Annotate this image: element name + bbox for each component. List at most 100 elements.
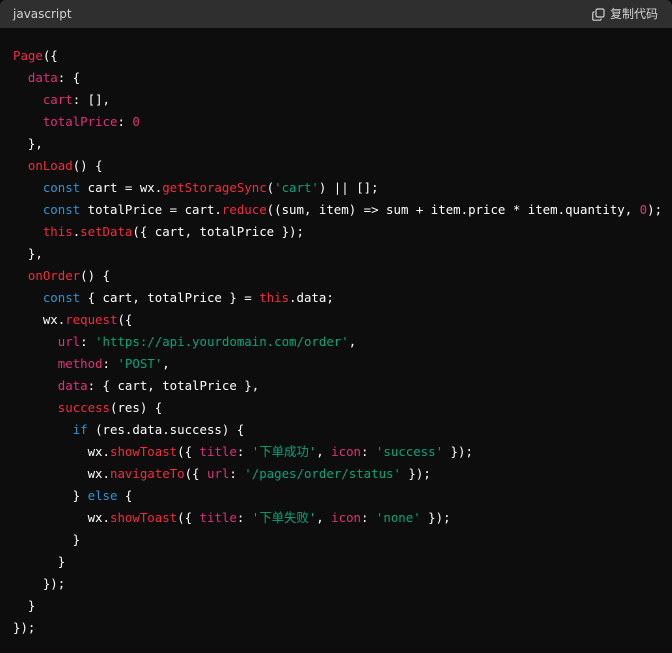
- code-line: }: [13, 595, 662, 617]
- code-token: showToast: [109, 444, 178, 459]
- code-token: : { cart, totalPrice },: [87, 378, 260, 393]
- code-token: onLoad: [27, 158, 73, 173]
- code-token: );: [647, 202, 663, 217]
- code-token: :: [361, 444, 376, 459]
- code-token: wx.: [13, 510, 110, 525]
- code-token: icon: [331, 444, 361, 459]
- code-token: : [],: [72, 92, 110, 107]
- code-token: ,: [162, 356, 170, 371]
- code-token: ,: [316, 444, 332, 459]
- code-token: });: [400, 466, 431, 481]
- code-token: :: [102, 356, 118, 371]
- code-token: const: [42, 290, 81, 305]
- code-token: cart: [42, 92, 73, 107]
- code-token: onOrder: [27, 268, 81, 283]
- copy-icon: [592, 7, 605, 21]
- code-token: '/pages/order/status': [244, 466, 401, 481]
- code-line: this.setData({ cart, totalPrice });: [13, 221, 662, 243]
- code-line: totalPrice: 0: [13, 111, 662, 133]
- code-token: totalPrice = cart.: [80, 202, 222, 217]
- code-token: :: [236, 444, 252, 459]
- code-token: () {: [72, 158, 103, 173]
- code-token: 'cart': [274, 180, 319, 195]
- code-token: showToast: [109, 510, 178, 525]
- code-token: }: [13, 598, 36, 613]
- code-token: title: [199, 444, 237, 459]
- code-token: if: [72, 422, 88, 437]
- code-token: ({: [184, 466, 207, 481]
- code-line: onLoad() {: [13, 155, 662, 177]
- code-token: ({: [177, 510, 200, 525]
- copy-code-button[interactable]: 复制代码: [592, 6, 658, 22]
- code-line: },: [13, 133, 662, 155]
- code-token: 'POST': [117, 356, 163, 371]
- code-body[interactable]: Page({ data: { cart: [], totalPrice: 0 }…: [0, 28, 672, 653]
- code-token: ({ cart, totalPrice });: [132, 224, 304, 239]
- code-line: onOrder() {: [13, 265, 662, 287]
- code-token: ({: [42, 48, 58, 63]
- code-token: Page: [13, 48, 43, 63]
- code-token: .data;: [289, 290, 334, 305]
- code-token: data: [57, 378, 88, 393]
- code-token: method: [57, 356, 103, 371]
- code-token: (: [266, 180, 275, 195]
- code-token: :: [80, 334, 96, 349]
- code-token: { cart, totalPrice } =: [80, 290, 260, 305]
- code-line: }: [13, 551, 662, 573]
- code-token: '下单失败': [251, 510, 317, 525]
- code-token: cart = wx.: [80, 180, 163, 195]
- code-token: url: [206, 466, 230, 481]
- code-content: Page({ data: { cart: [], totalPrice: 0 }…: [13, 45, 662, 639]
- code-line: wx.request({: [13, 309, 662, 331]
- code-token: ,: [348, 334, 357, 349]
- code-token: },: [13, 246, 43, 261]
- language-label: javascript: [13, 7, 72, 21]
- code-token: 0: [132, 114, 140, 129]
- code-token: }: [13, 554, 66, 569]
- code-token: else: [87, 488, 118, 503]
- code-line: wx.showToast({ title: '下单成功', icon: 'suc…: [13, 441, 662, 463]
- code-line: data: { cart, totalPrice },: [13, 375, 662, 397]
- code-token: }: [13, 488, 88, 503]
- code-token: const: [42, 180, 81, 195]
- code-line: },: [13, 243, 662, 265]
- code-token: 'none': [375, 510, 421, 525]
- code-token: url: [57, 334, 81, 349]
- code-token: },: [13, 136, 43, 151]
- code-line: const { cart, totalPrice } = this.data;: [13, 287, 662, 309]
- code-token: });: [443, 444, 473, 459]
- code-token: const: [42, 202, 81, 217]
- code-line: } else {: [13, 485, 662, 507]
- code-line: cart: [],: [13, 89, 662, 111]
- code-token: ({: [117, 312, 133, 327]
- code-token: wx.: [13, 312, 66, 327]
- code-line: url: 'https://api.yourdomain.com/order',: [13, 331, 662, 353]
- code-token: {: [117, 488, 133, 503]
- code-line: success(res) {: [13, 397, 662, 419]
- code-token: });: [420, 510, 451, 525]
- code-token: reduce: [221, 202, 267, 217]
- code-token: : {: [57, 70, 81, 85]
- code-token: navigateTo: [109, 466, 185, 481]
- code-line: });: [13, 573, 662, 595]
- code-token: }: [13, 532, 81, 547]
- code-token: '下单成功': [251, 444, 317, 459]
- code-header: javascript 复制代码: [0, 0, 672, 28]
- code-line: });: [13, 617, 662, 639]
- code-token: () {: [80, 268, 110, 283]
- code-token: wx.: [13, 444, 110, 459]
- code-token: icon: [331, 510, 361, 525]
- code-token: data: [27, 70, 58, 85]
- code-token: :: [361, 510, 376, 525]
- code-token: :: [229, 466, 245, 481]
- copy-code-label: 复制代码: [609, 7, 658, 21]
- code-line: method: 'POST',: [13, 353, 662, 375]
